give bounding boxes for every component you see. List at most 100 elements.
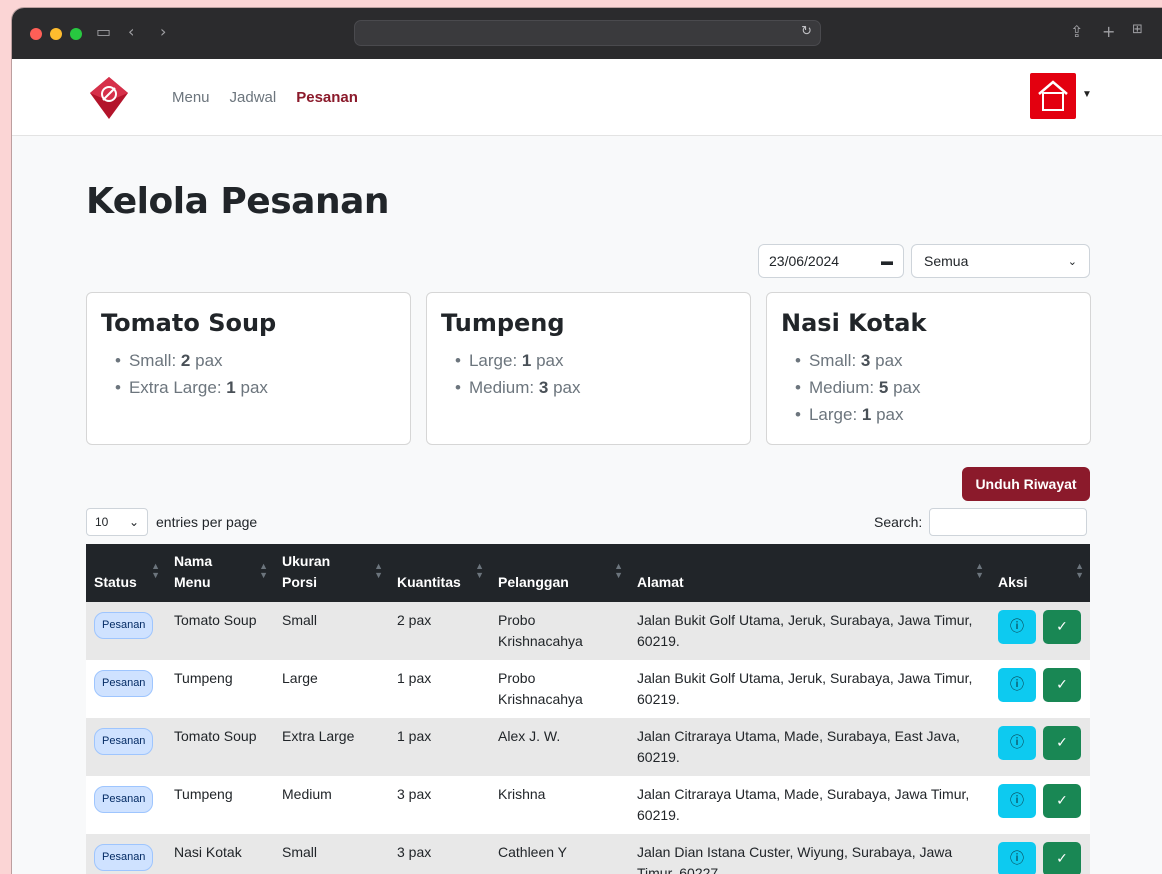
row-actions: ⓘ ✓ — [998, 842, 1082, 874]
search-label: Search: — [874, 514, 923, 530]
chevron-down-icon: ⌄ — [1067, 255, 1077, 268]
row-actions: ⓘ ✓ — [998, 668, 1082, 702]
header-nama-menu[interactable]: Nama Menu ▲ ▼ — [166, 544, 274, 602]
confirm-button[interactable]: ✓ — [1043, 610, 1081, 644]
check-circle-icon: ✓ — [1056, 618, 1068, 635]
house-logo-icon — [1038, 80, 1068, 111]
confirm-button[interactable]: ✓ — [1043, 668, 1081, 702]
cell-menu: Tumpeng — [174, 670, 233, 686]
table-row: Pesanan Tomato Soup Extra Large 1 pax Al… — [86, 718, 1090, 776]
cell-address: Jalan Dian Istana Custer, Wiyung, Suraba… — [637, 844, 953, 874]
search-input[interactable] — [929, 508, 1088, 536]
navbar: Menu Jadwal Pesanan ▼ — [12, 59, 1162, 136]
check-circle-icon: ✓ — [1056, 792, 1068, 809]
info-icon: ⓘ — [1010, 676, 1024, 693]
calendar-icon[interactable]: ▬ — [881, 254, 893, 268]
header-status[interactable]: Status ▲ ▼ — [86, 544, 166, 602]
info-button[interactable]: ⓘ — [998, 784, 1036, 818]
info-icon: ⓘ — [1010, 734, 1024, 751]
card-item: Large: 1 pax — [795, 401, 1076, 428]
cell-customer: Probo Krishnacahya — [498, 670, 583, 707]
entries-select[interactable]: 10 ⌄ — [86, 508, 148, 536]
forward-icon[interactable]: › — [160, 22, 166, 41]
table-row: Pesanan Nasi Kotak Small 3 pax Cathleen … — [86, 834, 1090, 874]
info-button[interactable]: ⓘ — [998, 726, 1036, 760]
check-circle-icon: ✓ — [1056, 850, 1068, 867]
date-filter-input[interactable]: 23/06/2024 ▬ — [758, 244, 904, 278]
card-list: Large: 1 pax Medium: 3 pax — [441, 347, 736, 401]
cell-size: Small — [282, 612, 318, 628]
sort-icon: ▲ ▼ — [614, 561, 623, 580]
page-title: Kelola Pesanan — [86, 181, 390, 222]
card-item: Medium: 5 pax — [795, 374, 1076, 401]
confirm-button[interactable]: ✓ — [1043, 726, 1081, 760]
table-row: Pesanan Tumpeng Medium 3 pax Krishna Jal… — [86, 776, 1090, 834]
sort-icon: ▲ ▼ — [975, 561, 984, 580]
check-circle-icon: ✓ — [1056, 676, 1068, 693]
brand-logo-icon[interactable] — [88, 75, 130, 121]
address-bar[interactable]: ↻ — [354, 20, 821, 46]
check-circle-icon: ✓ — [1056, 734, 1068, 751]
close-window-button[interactable] — [30, 28, 42, 40]
minimize-window-button[interactable] — [50, 28, 62, 40]
summary-card: Tumpeng Large: 1 pax Medium: 3 pax — [426, 292, 751, 445]
cell-qty: 3 pax — [397, 844, 432, 860]
confirm-button[interactable]: ✓ — [1043, 842, 1081, 874]
row-actions: ⓘ ✓ — [998, 726, 1082, 760]
user-avatar[interactable] — [1030, 73, 1076, 119]
nav-links: Menu Jadwal Pesanan — [172, 89, 358, 106]
confirm-button[interactable]: ✓ — [1043, 784, 1081, 818]
header-alamat[interactable]: Alamat ▲ ▼ — [629, 544, 990, 602]
header-pelanggan[interactable]: Pelanggan ▲ ▼ — [490, 544, 629, 602]
sidebar-toggle-icon[interactable]: ▭ — [96, 22, 111, 41]
card-item: Small: 3 pax — [795, 347, 1076, 374]
date-value: 23/06/2024 — [769, 253, 840, 269]
info-icon: ⓘ — [1010, 792, 1024, 809]
cell-customer: Krishna — [498, 786, 546, 802]
card-item: Large: 1 pax — [455, 347, 736, 374]
card-item: Extra Large: 1 pax — [115, 374, 396, 401]
table-row: Pesanan Tomato Soup Small 2 pax Probo Kr… — [86, 602, 1090, 660]
back-icon[interactable]: ‹ — [128, 22, 134, 41]
cell-menu: Nasi Kotak — [174, 844, 242, 860]
status-filter-select[interactable]: Semua ⌄ — [911, 244, 1090, 278]
share-icon[interactable]: ⇪ — [1070, 22, 1083, 41]
cell-qty: 3 pax — [397, 786, 432, 802]
row-actions: ⓘ ✓ — [998, 610, 1082, 644]
entries-per-page: 10 ⌄ entries per page — [86, 508, 257, 536]
user-menu-caret-icon[interactable]: ▼ — [1082, 89, 1092, 100]
table-search: Search: — [874, 508, 1088, 536]
cell-customer: Probo Krishnacahya — [498, 612, 583, 649]
card-title: Tumpeng — [441, 309, 565, 337]
nav-link-menu[interactable]: Menu — [172, 89, 210, 106]
info-button[interactable]: ⓘ — [998, 842, 1036, 874]
header-aksi[interactable]: Aksi ▲ ▼ — [990, 544, 1090, 602]
summary-card: Nasi Kotak Small: 3 pax Medium: 5 pax La… — [766, 292, 1091, 445]
header-kuantitas[interactable]: Kuantitas ▲ ▼ — [389, 544, 490, 602]
tab-overview-icon[interactable]: ⊞ — [1132, 22, 1143, 37]
new-tab-icon[interactable]: + — [1102, 22, 1115, 41]
cell-size: Medium — [282, 786, 332, 802]
orders-table: Status ▲ ▼ Nama Menu ▲ ▼ Ukuran Porsi ▲ ▼ Kuan… — [86, 544, 1090, 874]
row-actions: ⓘ ✓ — [998, 784, 1082, 818]
table-row: Pesanan Tumpeng Large 1 pax Probo Krishn… — [86, 660, 1090, 718]
sort-icon: ▲ ▼ — [151, 561, 160, 580]
maximize-window-button[interactable] — [70, 28, 82, 40]
table-header-row: Status ▲ ▼ Nama Menu ▲ ▼ Ukuran Porsi ▲ ▼ Kuan… — [86, 544, 1090, 602]
card-title: Tomato Soup — [101, 309, 277, 337]
status-filter-value: Semua — [924, 253, 969, 269]
browser-window: ▭ ‹ › ↻ ⇪ + ⊞ Menu Jadwal Pesanan ▼ Kelo… — [12, 8, 1162, 874]
window-controls — [30, 28, 82, 40]
nav-link-jadwal[interactable]: Jadwal — [230, 89, 277, 106]
chevron-down-icon: ⌄ — [128, 515, 139, 529]
info-button[interactable]: ⓘ — [998, 610, 1036, 644]
cell-address: Jalan Bukit Golf Utama, Jeruk, Surabaya,… — [637, 670, 973, 707]
cell-address: Jalan Citraraya Utama, Made, Surabaya, E… — [637, 728, 960, 765]
nav-link-pesanan[interactable]: Pesanan — [296, 89, 358, 106]
header-ukuran-porsi[interactable]: Ukuran Porsi ▲ ▼ — [274, 544, 389, 602]
info-icon: ⓘ — [1010, 850, 1024, 867]
info-button[interactable]: ⓘ — [998, 668, 1036, 702]
card-item: Medium: 3 pax — [455, 374, 736, 401]
download-history-button[interactable]: Unduh Riwayat — [962, 467, 1090, 501]
reload-icon[interactable]: ↻ — [801, 24, 812, 39]
